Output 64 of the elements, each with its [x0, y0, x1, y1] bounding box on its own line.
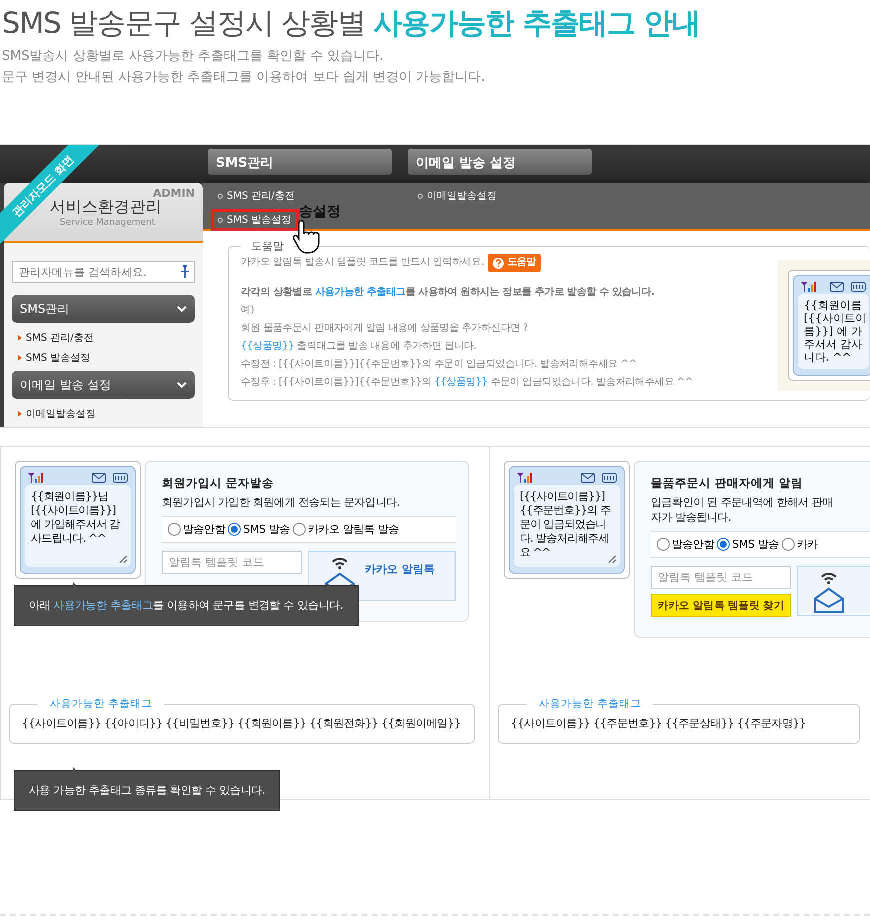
- help-text: {{상품명}} 출력태그를 발송 내용에 추가하면 됩니다.: [241, 340, 477, 354]
- resize-grip-icon: [608, 555, 616, 563]
- page-heading: SMS 발송문구 설정시 상황별 사용가능한 추출태그 안내: [2, 5, 701, 42]
- envelope-icon: [92, 473, 106, 483]
- help-text: 수정후 : [{{사이트이름}}]{{주문번호}}의 {{상품명}} 주문이 입금되었습니다. 발송처리해주세요 ^^: [241, 376, 694, 390]
- signal-icon: [517, 473, 533, 483]
- tag-legend: 사용가능한 추출태그: [527, 697, 654, 711]
- sidebar-menu-item[interactable]: SMS 관리/충전: [26, 331, 94, 345]
- battery-icon: [601, 473, 617, 483]
- help-text: 회원 물품주문시 판매자에게 알림 내용에 상품명을 추가하신다면 ?: [241, 322, 528, 336]
- sms-message-text[interactable]: [{{사이트이름}}] {{주문번호}}의 주문이 입금되었습니다. 발송처리해주세요 ^^: [514, 485, 620, 567]
- tag-list: {{사이트이름}} {{주문번호}} {{주문상태}} {{주문자명}}: [511, 715, 847, 733]
- bullet-arrow-icon: [18, 335, 22, 341]
- setting-description: 회원가입시 가입한 회원에게 전송되는 문자입니다.: [162, 495, 402, 510]
- menu-search-field[interactable]: 관리자메뉴를 검색하세요.: [12, 261, 195, 283]
- signal-icon: [28, 473, 44, 483]
- envelope-icon: [830, 282, 844, 292]
- tag-legend: 사용가능한 추출태그: [38, 697, 164, 711]
- envelope-icon: [581, 473, 595, 483]
- help-text: 카카오 알림톡 발송시 템플릿 코드를 반드시 입력하세요.: [241, 256, 484, 270]
- setting-title: 회원가입시 문자발송: [162, 476, 276, 491]
- page-title: 송설정: [299, 203, 341, 221]
- kakao-guide-button[interactable]: [797, 566, 870, 616]
- battery-icon: [850, 282, 866, 292]
- resize-grip-icon: [119, 555, 127, 563]
- chevron-down-icon: [177, 382, 187, 388]
- bullet-arrow-icon: [18, 411, 22, 417]
- signal-icon: [801, 282, 817, 292]
- tag-list: {{사이트이름}} {{아이디}} {{비밀번호}} {{회원이름}} {{회원전화}} {{회원이메일}}: [22, 715, 462, 733]
- battery-icon: [112, 473, 128, 483]
- sidebar-menu-item[interactable]: 이메일발송설정: [26, 407, 96, 421]
- submenu-item[interactable]: 이메일발송설정: [411, 185, 504, 207]
- chevron-down-icon: [177, 306, 187, 312]
- admin-label: ADMIN: [153, 187, 195, 200]
- submenu-item[interactable]: SMS 발송설정: [211, 209, 299, 231]
- help-text: 수정전 : [{{사이트이름}}]{{주문번호}}의 주문이 입금되었습니다. 발송처리해주세요 ^^: [241, 358, 637, 372]
- pin-icon: [181, 265, 189, 278]
- send-option-radio[interactable]: 카카오 알림톡 발송: [292, 522, 399, 537]
- admin-subtitle: Service Management: [60, 218, 156, 228]
- setting-description: 입금확인이 된 주문내역에 한해서 판매 자가 발송됩니다.: [651, 495, 834, 525]
- send-option-radio[interactable]: SMS 발송: [717, 537, 779, 552]
- submenu-item[interactable]: SMS 관리/충전: [211, 185, 302, 207]
- top-menu-tab[interactable]: 이메일 발송 설정: [408, 149, 592, 175]
- bullet-arrow-icon: [18, 355, 22, 361]
- send-option-radio[interactable]: SMS 발송: [228, 522, 290, 537]
- setting-title: 물품주문시 판매자에게 알림: [651, 476, 804, 491]
- sidebar-menu-group[interactable]: 이메일 발송 설정: [12, 371, 195, 399]
- help-legend: 도움말: [241, 239, 294, 254]
- find-template-button[interactable]: 카카오 알림톡 템플릿 찾기: [651, 594, 792, 617]
- send-option-radio[interactable]: 발송안함: [657, 537, 714, 552]
- sidebar-menu-group[interactable]: SMS관리: [12, 295, 195, 323]
- question-icon: [493, 258, 504, 268]
- send-option-radio[interactable]: 발송안함: [168, 522, 226, 537]
- template-code-field[interactable]: 알림톡 템플릿 코드: [162, 551, 302, 574]
- send-option-radio[interactable]: 카카: [782, 537, 818, 552]
- sms-message-text[interactable]: {{회원이름}}님 [{{사이트이름}}] 에 가입해주서서 감사드립니다. ^^: [25, 485, 131, 567]
- sms-preview-text: {{회원이름 [{{사이트이 름}}] 에 가 주서서 감사 니다. ^^: [798, 294, 869, 369]
- description-text: SMS발송시 상황별로 사용가능한 추출태그를 확인할 수 있습니다.: [2, 48, 385, 66]
- sidebar-menu-item[interactable]: SMS 발송설정: [26, 351, 91, 365]
- help-text: 각각의 상황별로 사용가능한 추출태그를 사용하여 원하시는 정보를 추가로 발송할 수 있습니다.: [241, 286, 655, 300]
- description-text: 문구 변경시 안내된 사용가능한 추출태그를 이용하여 보다 쉽게 변경이 가능합니다.: [2, 69, 486, 87]
- help-text: 예): [241, 304, 254, 318]
- template-code-field[interactable]: 알림톡 템플릿 코드: [651, 566, 791, 589]
- top-menu-tab[interactable]: SMS관리: [208, 149, 392, 175]
